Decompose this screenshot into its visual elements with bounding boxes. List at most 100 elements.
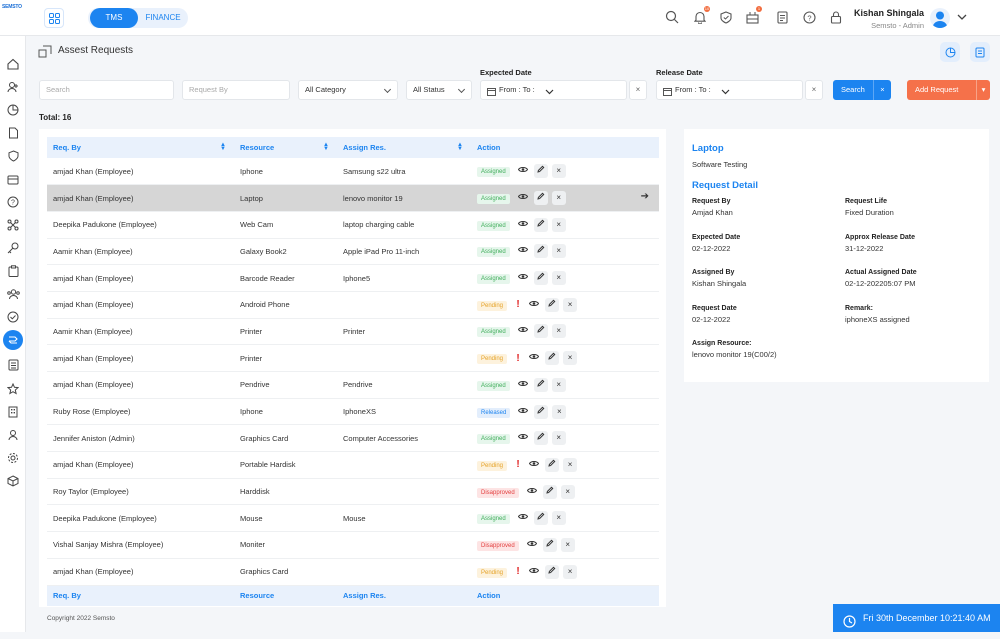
close-icon[interactable]: × — [560, 537, 575, 552]
table-row[interactable]: amjad Khan (Employee) Pendrive Pendrive Ass… — [47, 371, 659, 399]
close-icon[interactable]: × — [551, 164, 566, 179]
user-add-icon[interactable] — [6, 80, 20, 94]
asset-request-icon[interactable] — [3, 330, 23, 350]
col-assign-res[interactable]: Assign Res. ▲ ▼ — [337, 137, 471, 158]
edit-icon[interactable] — [542, 537, 557, 552]
view-icon[interactable] — [516, 431, 530, 445]
key-icon[interactable] — [6, 241, 20, 255]
search-icon[interactable] — [664, 9, 680, 25]
close-icon[interactable]: × — [563, 564, 578, 579]
chart-icon[interactable] — [6, 103, 20, 117]
add-request-button[interactable]: Add Request ▾ — [907, 80, 990, 100]
add-request-dropdown-icon[interactable]: ▾ — [976, 80, 990, 100]
close-icon[interactable]: × — [560, 484, 575, 499]
settings-icon[interactable] — [6, 451, 20, 465]
view-icon[interactable] — [525, 485, 539, 499]
network-icon[interactable] — [6, 218, 20, 232]
release-date-range[interactable]: From : To : — [656, 80, 803, 100]
sort-icon[interactable]: ▲ ▼ — [323, 142, 329, 152]
document-icon[interactable] — [774, 9, 790, 25]
table-row[interactable]: Roy Taylor (Employee) Harddisk Disapproved… — [47, 478, 659, 506]
close-icon[interactable]: × — [551, 271, 566, 286]
arrow-right-icon[interactable]: ➔ — [641, 191, 649, 202]
view-icon[interactable] — [516, 191, 530, 205]
help-icon[interactable]: ? — [801, 9, 817, 25]
view-icon[interactable] — [516, 164, 530, 178]
clear-expected-date-button[interactable]: × — [629, 80, 647, 100]
close-icon[interactable]: × — [563, 351, 578, 366]
close-icon[interactable]: × — [551, 377, 566, 392]
close-icon[interactable]: × — [551, 244, 566, 259]
home-icon[interactable] — [6, 57, 20, 71]
table-row[interactable]: Ruby Rose (Employee) Iphone IphoneXS Releas… — [47, 398, 659, 426]
close-icon[interactable]: × — [551, 324, 566, 339]
view-icon[interactable] — [516, 378, 530, 392]
apps-grid-icon[interactable] — [44, 8, 64, 28]
edit-icon[interactable] — [533, 191, 548, 206]
question-icon[interactable]: ? — [6, 195, 20, 209]
view-icon[interactable] — [527, 565, 541, 579]
status-select[interactable]: All Status — [406, 80, 472, 100]
table-row[interactable]: Deepika Padukone (Employee) Mouse Mouse Ass… — [47, 504, 659, 533]
edit-icon[interactable] — [533, 431, 548, 446]
request-by-input[interactable]: Request By — [182, 80, 290, 100]
edit-icon[interactable] — [545, 457, 560, 472]
col-req-by[interactable]: Req. By ▲ ▼ — [47, 137, 234, 158]
edit-icon[interactable] — [533, 324, 548, 339]
table-row[interactable]: amjad Khan (Employee) Printer Pending! × — [47, 344, 659, 372]
chevron-down-icon[interactable] — [957, 13, 967, 23]
table-row[interactable]: amjad Khan (Employee) Laptop lenovo monito… — [47, 184, 659, 212]
tab-finance[interactable]: FINANCE — [140, 8, 186, 28]
alert-icon[interactable]: ! — [513, 353, 523, 364]
avatar[interactable] — [930, 8, 950, 28]
close-icon[interactable]: × — [551, 511, 566, 526]
expected-date-range[interactable]: From : To : — [480, 80, 627, 100]
edit-icon[interactable] — [545, 351, 560, 366]
clear-release-date-button[interactable]: × — [805, 80, 823, 100]
list-icon[interactable] — [6, 358, 20, 372]
table-row[interactable]: amjad Khan (Employee) Android Phone Pendin… — [47, 291, 659, 319]
cube-icon[interactable] — [6, 474, 20, 488]
table-row[interactable]: Vishal Sanjay Mishra (Employee) Moniter Di… — [47, 531, 659, 559]
view-icon[interactable] — [516, 244, 530, 258]
table-row[interactable]: amjad Khan (Employee) Graphics Card Pendin… — [47, 558, 659, 586]
view-icon[interactable] — [516, 405, 530, 419]
close-icon[interactable]: × — [563, 297, 578, 312]
table-row[interactable]: Aamir Khan (Employee) Printer Printer Assig… — [47, 318, 659, 346]
shield-check-icon[interactable] — [718, 9, 734, 25]
edit-icon[interactable] — [533, 164, 548, 179]
building-icon[interactable] — [6, 405, 20, 419]
edit-icon[interactable] — [533, 244, 548, 259]
file-icon[interactable] — [6, 126, 20, 140]
sort-icon[interactable]: ▲ ▼ — [220, 142, 226, 152]
table-row[interactable]: amjad Khan (Employee) Portable Hardisk Pen… — [47, 451, 659, 479]
edit-icon[interactable] — [533, 271, 548, 286]
table-row[interactable]: amjad Khan (Employee) Iphone Samsung s22 u… — [47, 158, 659, 186]
edit-icon[interactable] — [533, 217, 548, 232]
edit-icon[interactable] — [533, 511, 548, 526]
edit-icon[interactable] — [534, 404, 549, 419]
edit-icon[interactable] — [545, 564, 560, 579]
edit-icon[interactable] — [545, 297, 560, 312]
cart-icon[interactable]: 1 — [744, 6, 762, 25]
category-select[interactable]: All Category — [298, 80, 398, 100]
edit-icon[interactable] — [542, 484, 557, 499]
close-icon[interactable]: × — [551, 191, 566, 206]
team-icon[interactable] — [6, 287, 20, 301]
view-icon[interactable] — [527, 458, 541, 472]
table-row[interactable]: amjad Khan (Employee) Barcode Reader Iphon… — [47, 264, 659, 292]
sort-icon[interactable]: ▲ ▼ — [457, 142, 463, 152]
chart-view-icon[interactable] — [940, 42, 960, 62]
bell-icon[interactable]: 10 — [692, 6, 710, 25]
report-icon[interactable] — [970, 42, 990, 62]
col-resource[interactable]: Resource ▲ ▼ — [234, 137, 337, 158]
view-icon[interactable] — [516, 511, 530, 525]
alert-icon[interactable]: ! — [513, 566, 523, 577]
close-icon[interactable]: × — [551, 217, 566, 232]
shield-icon[interactable] — [6, 149, 20, 163]
view-icon[interactable] — [516, 271, 530, 285]
tab-tms[interactable]: TMS — [90, 8, 138, 28]
close-icon[interactable]: × — [563, 457, 578, 472]
search-input[interactable]: Search — [39, 80, 174, 100]
close-icon[interactable]: × — [551, 431, 566, 446]
